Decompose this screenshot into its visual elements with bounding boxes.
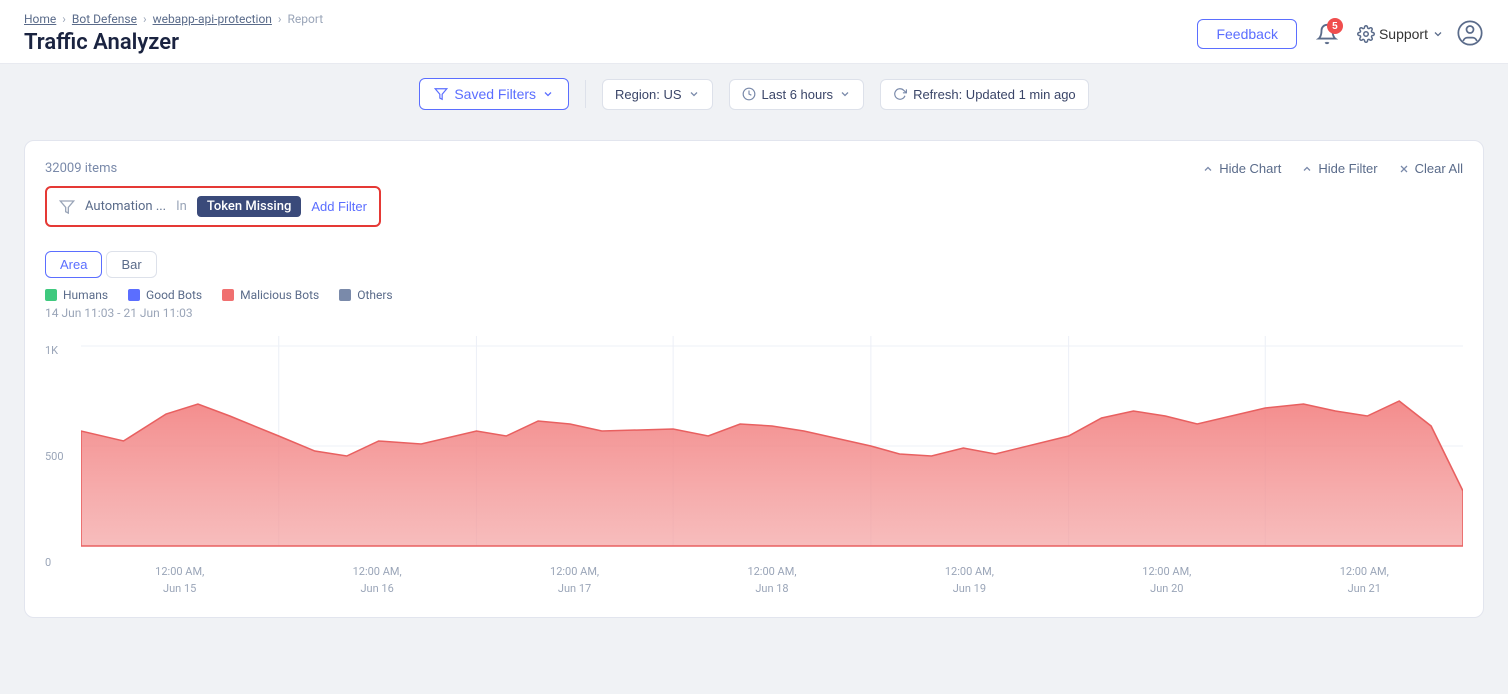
chart-legend: Humans Good Bots Malicious Bots Others	[45, 288, 1463, 302]
card-top: 32009 items Automation ... In Token Miss…	[45, 161, 1463, 239]
region-button[interactable]: Region: US	[602, 79, 712, 110]
good-bots-color	[128, 289, 140, 301]
breadcrumb-report: Report	[288, 12, 324, 26]
refresh-button[interactable]: Refresh: Updated 1 min ago	[880, 79, 1089, 110]
x-label-jun15: 12:00 AM,Jun 15	[155, 564, 204, 597]
hide-filter-label: Hide Filter	[1318, 161, 1377, 176]
card-actions: Hide Chart Hide Filter Clear All	[1202, 161, 1463, 176]
user-icon	[1456, 19, 1484, 47]
y-label-500: 500	[45, 450, 73, 463]
chart-area: 12:00 AM,Jun 15 12:00 AM,Jun 16 12:00 AM…	[81, 336, 1463, 597]
chevron-down-icon	[688, 88, 700, 100]
y-label-0: 0	[45, 556, 73, 569]
breadcrumb-sep3: ›	[278, 12, 282, 26]
traffic-card: 32009 items Automation ... In Token Miss…	[24, 140, 1484, 618]
time-range-label: Last 6 hours	[762, 87, 834, 102]
filter-field: Automation ...	[85, 199, 166, 214]
date-range: 14 Jun 11:03 - 21 Jun 11:03	[45, 306, 1463, 320]
toolbar-separator	[585, 80, 586, 108]
chevron-down-icon	[1432, 28, 1444, 40]
x-label-jun21: 12:00 AM,Jun 21	[1340, 564, 1389, 597]
saved-filters-button[interactable]: Saved Filters	[419, 78, 569, 110]
humans-color	[45, 289, 57, 301]
feedback-button[interactable]: Feedback	[1197, 19, 1296, 49]
tab-bar[interactable]: Bar	[106, 251, 156, 278]
x-axis: 12:00 AM,Jun 15 12:00 AM,Jun 16 12:00 AM…	[81, 560, 1463, 597]
support-label: Support	[1379, 26, 1428, 42]
legend-malicious-bots-label: Malicious Bots	[240, 288, 319, 302]
x-label-jun16: 12:00 AM,Jun 16	[353, 564, 402, 597]
others-color	[339, 289, 351, 301]
time-range-button[interactable]: Last 6 hours	[729, 79, 865, 110]
chart-tabs: Area Bar	[45, 251, 1463, 278]
breadcrumb-webapp[interactable]: webapp-api-protection	[153, 12, 272, 26]
y-axis: 1K 500 0	[45, 336, 81, 597]
legend-humans: Humans	[45, 288, 108, 302]
legend-humans-label: Humans	[63, 288, 108, 302]
filter-icon	[434, 87, 448, 101]
breadcrumb-home[interactable]: Home	[24, 12, 56, 26]
main-content: 32009 items Automation ... In Token Miss…	[0, 124, 1508, 634]
legend-others-label: Others	[357, 288, 392, 302]
legend-others: Others	[339, 288, 392, 302]
notifications-button[interactable]: 5	[1309, 16, 1345, 52]
filter-operator: In	[176, 199, 187, 214]
filter-value: Token Missing	[197, 196, 301, 217]
breadcrumb-sep2: ›	[143, 12, 147, 26]
chevron-up-icon	[1301, 163, 1313, 175]
close-icon	[1398, 163, 1410, 175]
x-label-jun20: 12:00 AM,Jun 20	[1142, 564, 1191, 597]
user-avatar-button[interactable]	[1456, 19, 1484, 50]
card-top-left: 32009 items Automation ... In Token Miss…	[45, 161, 381, 239]
breadcrumb-bot-defense[interactable]: Bot Defense	[72, 12, 137, 26]
legend-good-bots: Good Bots	[128, 288, 202, 302]
saved-filters-label: Saved Filters	[454, 86, 536, 102]
items-count: 32009 items	[45, 161, 381, 176]
tab-area[interactable]: Area	[45, 251, 102, 278]
chevron-down-icon	[839, 88, 851, 100]
add-filter-button[interactable]: Add Filter	[311, 199, 367, 214]
chart-svg	[81, 336, 1463, 556]
malicious-bots-color	[222, 289, 234, 301]
chevron-up-icon	[1202, 163, 1214, 175]
region-label: Region: US	[615, 87, 681, 102]
hide-filter-button[interactable]: Hide Filter	[1301, 161, 1377, 176]
refresh-icon	[893, 87, 907, 101]
hide-chart-button[interactable]: Hide Chart	[1202, 161, 1281, 176]
refresh-label: Refresh: Updated 1 min ago	[913, 87, 1076, 102]
notification-badge: 5	[1327, 18, 1343, 34]
area-path	[81, 401, 1463, 546]
x-label-jun17: 12:00 AM,Jun 17	[550, 564, 599, 597]
clock-icon	[742, 87, 756, 101]
support-button[interactable]: Support	[1357, 25, 1444, 43]
chart-wrapper: 1K 500 0	[45, 336, 1463, 597]
filter-row: Automation ... In Token Missing Add Filt…	[45, 186, 381, 227]
clear-all-label: Clear All	[1415, 161, 1463, 176]
y-label-1k: 1K	[45, 344, 73, 357]
legend-malicious-bots: Malicious Bots	[222, 288, 319, 302]
legend-good-bots-label: Good Bots	[146, 288, 202, 302]
gear-icon	[1357, 25, 1375, 43]
x-label-jun18: 12:00 AM,Jun 18	[747, 564, 796, 597]
chevron-down-icon	[542, 88, 554, 100]
x-label-jun19: 12:00 AM,Jun 19	[945, 564, 994, 597]
header-actions: Feedback 5 Support	[1197, 16, 1484, 52]
clear-all-button[interactable]: Clear All	[1398, 161, 1463, 176]
filter-icon	[59, 199, 75, 215]
hide-chart-label: Hide Chart	[1219, 161, 1281, 176]
toolbar: Saved Filters Region: US Last 6 hours Re…	[0, 64, 1508, 124]
breadcrumb-sep1: ›	[62, 12, 66, 26]
